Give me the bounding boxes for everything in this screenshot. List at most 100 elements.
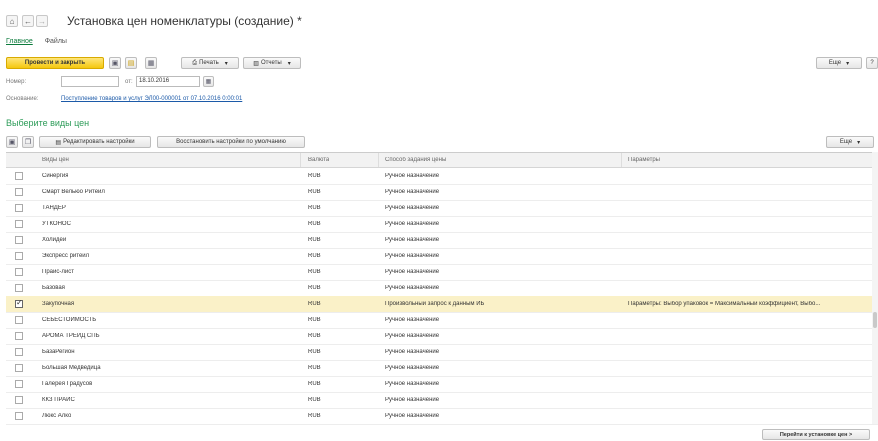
- row-checkbox[interactable]: [15, 364, 23, 372]
- section-more-button[interactable]: Еще ▾: [826, 136, 874, 148]
- currency-cell: RUB: [308, 381, 321, 387]
- table-row[interactable]: Экспресс ритейл RUB Ручное назначение: [6, 248, 878, 265]
- row-checkbox[interactable]: [15, 252, 23, 260]
- back-button[interactable]: ←: [22, 15, 34, 27]
- journal-button[interactable]: ▦: [145, 57, 157, 69]
- price-type-cell: Экспресс ритейл: [42, 253, 90, 259]
- select-all-button[interactable]: ▣: [6, 136, 18, 148]
- chevron-down-icon: ▾: [846, 60, 850, 67]
- table-row[interactable]: Прайс-лист RUB Ручное назначение: [6, 264, 878, 281]
- table-row[interactable]: Синергия RUB Ручное назначение: [6, 168, 878, 185]
- home-button[interactable]: ⌂: [6, 15, 18, 27]
- table-row[interactable]: Люкс Алко RUB Ручное назначение: [6, 408, 878, 425]
- save-button[interactable]: ▣: [109, 57, 121, 69]
- row-checkbox[interactable]: [15, 204, 23, 212]
- method-cell: Ручное назначение: [385, 397, 440, 403]
- row-checkbox[interactable]: [15, 332, 23, 340]
- table-row[interactable]: СЕБЕСТОИМОСТЬ RUB Ручное назначение: [6, 312, 878, 329]
- currency-cell: RUB: [308, 333, 321, 339]
- basis-label: Основание:: [6, 96, 39, 102]
- edit-settings-button[interactable]: ▤ Редактировать настройки: [39, 136, 151, 148]
- goto-price-setting-button[interactable]: Перейти к установке цен >: [762, 429, 870, 440]
- price-type-cell: Люкс Алко: [42, 413, 72, 419]
- column-divider: [378, 153, 379, 167]
- date-field[interactable]: 18.10.2016: [136, 76, 200, 87]
- scrollbar-thumb[interactable]: [873, 312, 877, 328]
- row-checkbox[interactable]: [15, 298, 23, 308]
- price-type-cell: Большая Медведица: [42, 365, 101, 371]
- parameters-cell: Параметры: Выбор упаковок = Максимальный…: [628, 301, 821, 307]
- table-scrollbar[interactable]: [872, 152, 878, 424]
- currency-cell: RUB: [308, 205, 321, 211]
- price-type-cell: Смарт Вельюо Ритейл: [42, 189, 105, 195]
- help-button[interactable]: ?: [866, 57, 878, 69]
- table-row[interactable]: УТКОНОС RUB Ручное назначение: [6, 216, 878, 233]
- calendar-icon: ▦: [205, 79, 212, 85]
- column-divider: [300, 153, 301, 167]
- table-row[interactable]: Большая Медведица RUB Ручное назначение: [6, 360, 878, 377]
- number-label: Номер:: [6, 79, 27, 85]
- row-checkbox[interactable]: [15, 268, 23, 276]
- chevron-down-icon: ▾: [857, 139, 861, 146]
- row-checkbox[interactable]: [15, 316, 23, 324]
- table-row[interactable]: АРОМА ТРЕЙД СПБ RUB Ручное назначение: [6, 328, 878, 345]
- chevron-down-icon: ▾: [287, 60, 291, 67]
- column-header-method[interactable]: Способ задания цены: [385, 157, 446, 163]
- tab-files[interactable]: Файлы: [45, 38, 67, 45]
- column-header-price-type[interactable]: Виды цен: [42, 157, 69, 163]
- price-type-cell: УТКОНОС: [42, 221, 71, 227]
- price-type-cell: АРОМА ТРЕЙД СПБ: [42, 333, 100, 339]
- edit-settings-label: Редактировать настройки: [63, 139, 135, 145]
- form-tabs: Главное Файлы: [6, 38, 77, 45]
- row-checkbox[interactable]: [15, 172, 23, 180]
- row-checkbox[interactable]: [15, 220, 23, 228]
- copy-button[interactable]: ❐: [22, 136, 34, 148]
- table-row[interactable]: ТАНДЕР RUB Ручное назначение: [6, 200, 878, 217]
- table-row[interactable]: Смарт Вельюо Ритейл RUB Ручное назначение: [6, 184, 878, 201]
- section-title: Выберите виды цен: [6, 118, 90, 128]
- row-checkbox[interactable]: [15, 188, 23, 196]
- reports-button[interactable]: ▥ Отчеты ▾: [243, 57, 301, 69]
- tab-main[interactable]: Главное: [6, 38, 33, 45]
- calendar-button[interactable]: ▦: [203, 76, 214, 87]
- row-checkbox[interactable]: [15, 380, 23, 388]
- table-row[interactable]: Галерея Градусов RUB Ручное назначение: [6, 376, 878, 393]
- arrow-right-icon: →: [38, 16, 46, 26]
- table-row[interactable]: ККЗ ПРАЙС RUB Ручное назначение: [6, 392, 878, 409]
- column-header-parameters[interactable]: Параметры: [628, 157, 660, 163]
- page-title: Установка цен номенклатуры (создание) *: [67, 14, 302, 28]
- currency-cell: RUB: [308, 301, 321, 307]
- row-checkbox[interactable]: [15, 236, 23, 244]
- restore-settings-button[interactable]: Восстановить настройки по умолчанию: [157, 136, 305, 148]
- price-type-cell: Базовая: [42, 285, 65, 291]
- post-and-close-button[interactable]: Провести и закрыть: [6, 57, 104, 69]
- method-cell: Ручное назначение: [385, 349, 440, 355]
- currency-cell: RUB: [308, 285, 321, 291]
- table-row[interactable]: БазаРегион RUB Ручное назначение: [6, 344, 878, 361]
- price-type-cell: ТАНДЕР: [42, 205, 66, 211]
- row-checkbox[interactable]: [15, 412, 23, 420]
- print-button[interactable]: ⎙ Печать ▾: [181, 57, 239, 69]
- method-cell: Ручное назначение: [385, 221, 440, 227]
- number-field[interactable]: [61, 76, 119, 87]
- price-type-cell: Прайс-лист: [42, 269, 74, 275]
- arrow-left-icon: ←: [24, 16, 32, 26]
- column-divider: [621, 153, 622, 167]
- price-type-cell: БазаРегион: [42, 349, 75, 355]
- save-icon: ▣: [111, 60, 119, 67]
- table-row[interactable]: Закупочная RUB Произвольный запрос к данны…: [6, 296, 878, 313]
- method-cell: Произвольный запрос к данным ИБ: [385, 301, 485, 307]
- method-cell: Ручное назначение: [385, 365, 440, 371]
- price-type-cell: Холидей: [42, 237, 67, 243]
- column-header-currency[interactable]: Валюта: [308, 157, 329, 163]
- method-cell: Ручное назначение: [385, 253, 440, 259]
- row-checkbox[interactable]: [15, 284, 23, 292]
- post-button[interactable]: ▤: [125, 57, 137, 69]
- row-checkbox[interactable]: [15, 396, 23, 404]
- basis-document-link[interactable]: Поступление товаров и услуг ЭЛ00-000001 …: [61, 96, 242, 102]
- more-button[interactable]: Еще ▾: [816, 57, 862, 69]
- row-checkbox[interactable]: [15, 348, 23, 356]
- forward-button[interactable]: →: [36, 15, 48, 27]
- table-row[interactable]: Базовая RUB Ручное назначение: [6, 280, 878, 297]
- table-row[interactable]: Холидей RUB Ручное назначение: [6, 232, 878, 249]
